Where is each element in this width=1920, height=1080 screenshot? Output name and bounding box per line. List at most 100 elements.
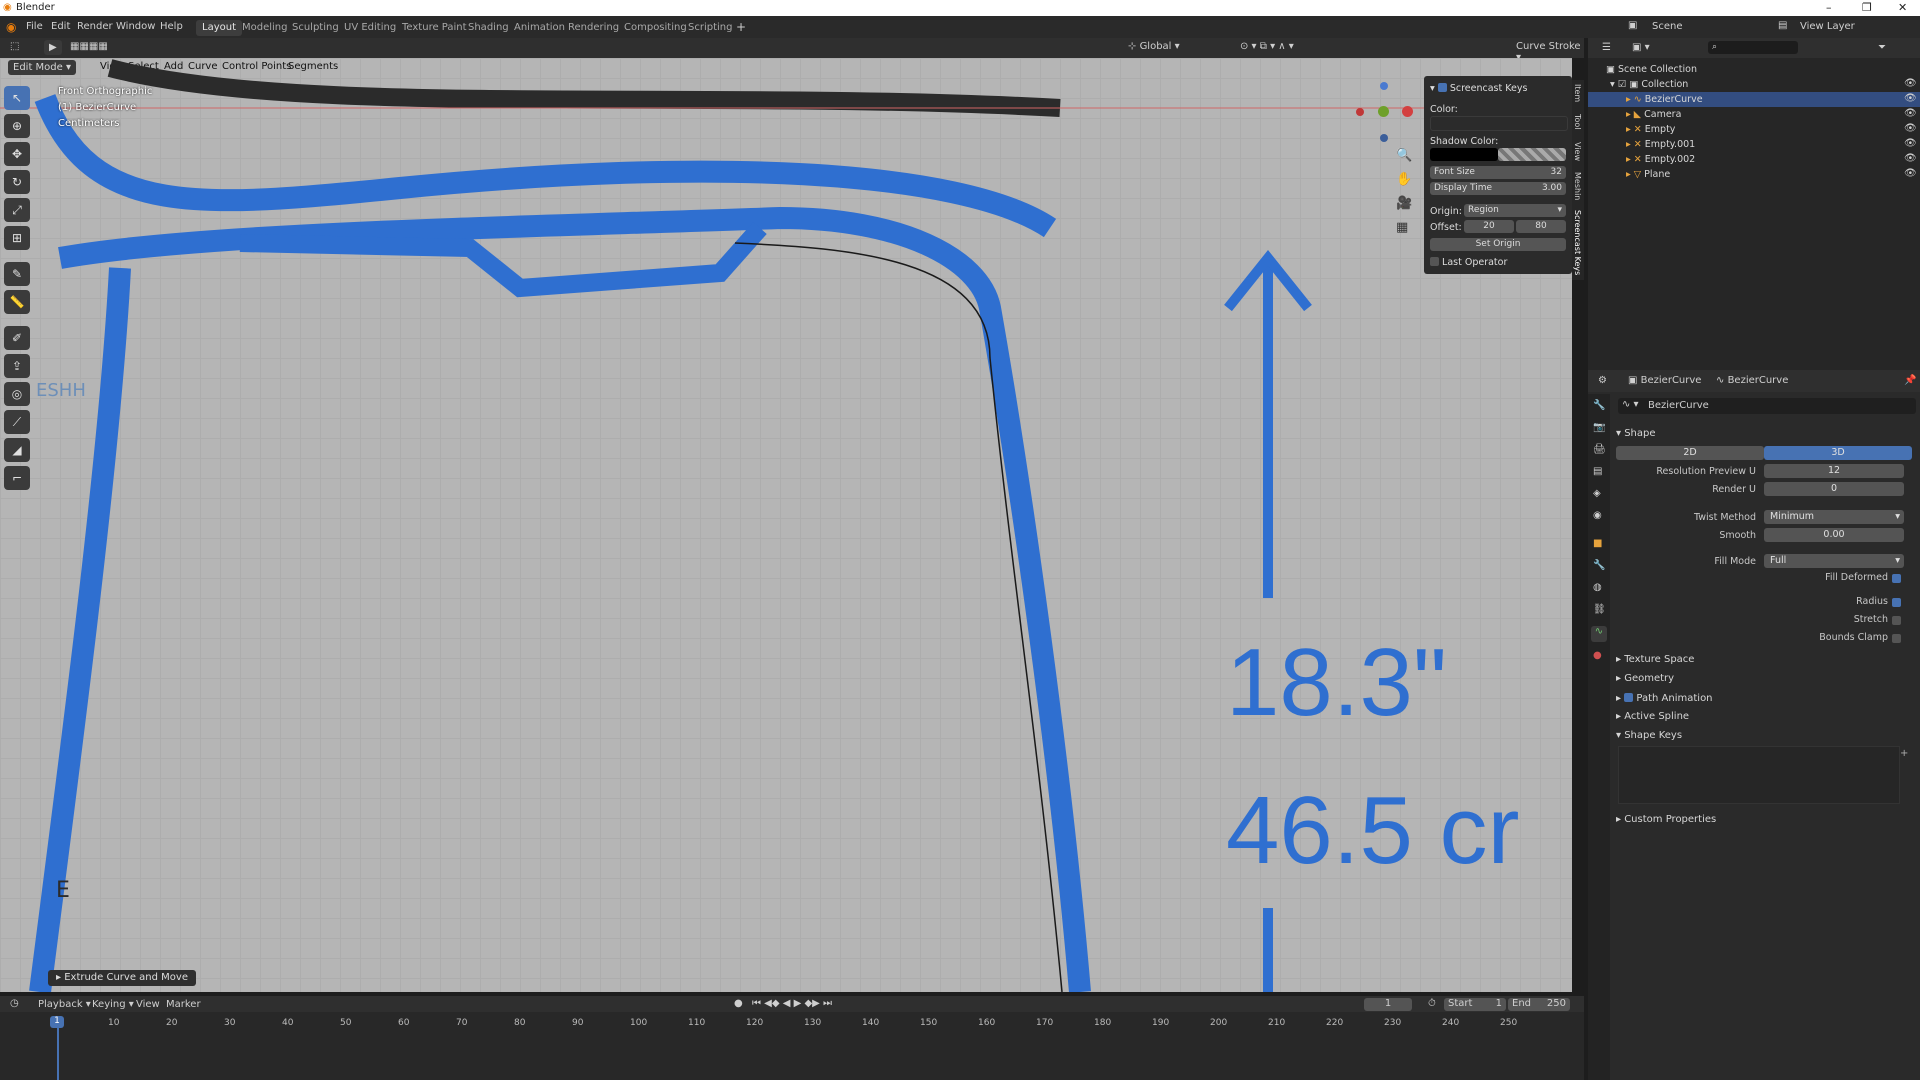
- fill-mode-dropdown[interactable]: Full ▾: [1764, 554, 1904, 568]
- timeline-menu-keying[interactable]: Keying ▾: [92, 999, 134, 1010]
- tab-tool[interactable]: Tool: [1573, 114, 1582, 130]
- move-icon[interactable]: ✥: [4, 142, 30, 166]
- tab-view[interactable]: View: [1573, 142, 1582, 161]
- restore-icon[interactable]: ❐: [1862, 1, 1872, 14]
- tab-uv-editing[interactable]: UV Editing: [338, 20, 402, 36]
- outliner-item-camera[interactable]: ▸ ◣ Camera 👁: [1588, 107, 1920, 122]
- outliner-item-empty-001[interactable]: ▸ ✕ Empty.001 👁: [1588, 137, 1920, 152]
- outliner-search-input[interactable]: ⌕: [1708, 41, 1798, 54]
- bounds-clamp-checkbox[interactable]: [1892, 634, 1901, 643]
- active-spline-section[interactable]: ▸ Active Spline: [1616, 711, 1689, 722]
- last-operator-toggle[interactable]: Last Operator: [1430, 256, 1507, 268]
- view-layer-name[interactable]: View Layer: [1800, 21, 1855, 32]
- visibility-icon[interactable]: 👁: [1904, 109, 1917, 119]
- modifier-tab-icon[interactable]: 🔧: [1593, 560, 1605, 571]
- tab-screencast-keys[interactable]: Screencast Keys: [1573, 210, 1582, 275]
- tab-sculpting[interactable]: Sculpting: [286, 20, 345, 36]
- camera-view-icon[interactable]: 🎥: [1396, 196, 1412, 211]
- output-tab-icon[interactable]: 🖨: [1593, 444, 1606, 455]
- visibility-icon[interactable]: 👁: [1904, 139, 1917, 149]
- close-icon[interactable]: ✕: [1898, 1, 1907, 14]
- material-tab-icon[interactable]: ●: [1593, 650, 1602, 661]
- minimize-icon[interactable]: –: [1826, 1, 1832, 14]
- visibility-icon[interactable]: 👁: [1904, 169, 1917, 179]
- display-time-field[interactable]: Display Time 3.00: [1430, 182, 1566, 195]
- path-animation-section[interactable]: ▸ Path Animation: [1616, 692, 1713, 704]
- texture-space-section[interactable]: ▸ Texture Space: [1616, 654, 1694, 665]
- shape-keys-section[interactable]: ▾ Shape Keys: [1616, 730, 1682, 741]
- tab-shading[interactable]: Shading: [462, 20, 515, 36]
- editor-type-icon[interactable]: ⬚: [10, 41, 19, 52]
- outliner-item-plane[interactable]: ▸ ▽ Plane 👁: [1588, 167, 1920, 182]
- gizmo-neg-x-icon[interactable]: [1356, 108, 1364, 116]
- playhead[interactable]: 1: [50, 1016, 64, 1028]
- start-frame-field[interactable]: Start 1: [1444, 998, 1506, 1011]
- curve-datablock-field[interactable]: ∿ ▾ BezierCurve: [1618, 398, 1916, 414]
- menu-window[interactable]: Window: [116, 21, 155, 32]
- pin-icon[interactable]: 📌: [1904, 375, 1916, 386]
- shadow-alpha-swatch[interactable]: [1498, 148, 1566, 161]
- timeline-menu-playback[interactable]: Playback ▾: [38, 999, 91, 1010]
- menu-help[interactable]: Help: [160, 21, 183, 32]
- outliner-scene-collection[interactable]: ▣ Scene Collection: [1588, 62, 1920, 77]
- outliner-item-empty-002[interactable]: ▸ ✕ Empty.002 👁: [1588, 152, 1920, 167]
- measure-icon[interactable]: 📏: [4, 290, 30, 314]
- physics-tab-icon[interactable]: ◍: [1593, 582, 1602, 593]
- view-layer-tab-icon[interactable]: ▤: [1593, 466, 1602, 477]
- shape-key-add-icon[interactable]: +: [1900, 748, 1908, 759]
- rotate-icon[interactable]: ↻: [4, 170, 30, 194]
- tilt-icon[interactable]: ⟋: [4, 410, 30, 434]
- add-workspace-icon[interactable]: +: [736, 20, 746, 34]
- twist-method-dropdown[interactable]: Minimum ▾: [1764, 510, 1904, 524]
- object-tab-icon[interactable]: ■: [1593, 538, 1602, 549]
- outliner-item-beziercurve[interactable]: ▸ ∿ BezierCurve 👁: [1588, 92, 1920, 107]
- zoom-icon[interactable]: 🔍: [1396, 148, 1412, 163]
- last-operator-panel[interactable]: ▸ Extrude Curve and Move: [48, 970, 196, 986]
- playback-controls[interactable]: ⏮ ◀◆ ◀ ▶ ◆▶ ⏭: [752, 998, 832, 1009]
- pan-icon[interactable]: ✋: [1396, 172, 1412, 187]
- geometry-section[interactable]: ▸ Geometry: [1616, 673, 1674, 684]
- display-mode-icon[interactable]: ▣ ▾: [1632, 42, 1650, 53]
- scene-name[interactable]: Scene: [1652, 21, 1683, 32]
- tab-scripting[interactable]: Scripting: [682, 20, 738, 36]
- filter-icon[interactable]: ⏷: [1878, 42, 1886, 53]
- object-breadcrumb[interactable]: ▣ BezierCurve: [1628, 375, 1701, 386]
- outliner-collection[interactable]: ▾ ☑ ▣ Collection 👁: [1588, 77, 1920, 92]
- menu-edit[interactable]: Edit: [51, 21, 70, 32]
- visibility-icon[interactable]: 👁: [1904, 154, 1917, 164]
- outliner-editor-icon[interactable]: ☰: [1602, 42, 1611, 53]
- gizmo-neg-z-icon[interactable]: [1380, 134, 1388, 142]
- scale-icon[interactable]: ⤢: [4, 198, 30, 222]
- blender-menu-icon[interactable]: ◉: [6, 20, 16, 34]
- selection-mode-icons[interactable]: ▦▦▦▦: [70, 41, 108, 52]
- shape-keys-list[interactable]: [1618, 746, 1900, 804]
- preview-range-icon[interactable]: ⏱: [1428, 998, 1436, 1009]
- extrude-icon[interactable]: ⇪: [4, 354, 30, 378]
- cursor-icon[interactable]: ⊕: [4, 114, 30, 138]
- visibility-icon[interactable]: 👁: [1904, 94, 1917, 104]
- curve-3d-button[interactable]: 3D: [1764, 446, 1912, 460]
- set-origin-button[interactable]: Set Origin: [1430, 238, 1566, 251]
- constraint-tab-icon[interactable]: ⛓: [1593, 604, 1606, 615]
- navigation-gizmo[interactable]: [1350, 82, 1420, 152]
- ortho-toggle-icon[interactable]: ▦: [1396, 220, 1408, 235]
- origin-dropdown[interactable]: Region ▾: [1464, 204, 1566, 217]
- render-tab-icon[interactable]: 📷: [1593, 422, 1605, 433]
- select-box-icon[interactable]: ↖: [4, 86, 30, 110]
- fill-deformed-checkbox[interactable]: [1892, 574, 1901, 583]
- outliner-item-empty[interactable]: ▸ ✕ Empty 👁: [1588, 122, 1920, 137]
- curve-pen-icon[interactable]: ⌐: [4, 466, 30, 490]
- menu-file[interactable]: File: [26, 21, 43, 32]
- record-icon[interactable]: ●: [734, 998, 743, 1009]
- offset-y-field[interactable]: 80: [1516, 220, 1566, 233]
- smooth-field[interactable]: 0.00: [1764, 528, 1904, 542]
- visibility-icon[interactable]: 👁: [1904, 79, 1917, 89]
- gizmo-z-icon[interactable]: [1380, 82, 1388, 90]
- menu-render[interactable]: Render: [77, 21, 113, 32]
- gizmo-y-icon[interactable]: [1378, 106, 1389, 117]
- tab-modeling[interactable]: Modeling: [236, 20, 294, 36]
- draw-icon[interactable]: ✐: [4, 326, 30, 350]
- timeline-menu-marker[interactable]: Marker: [166, 999, 201, 1010]
- annotate-icon[interactable]: ✎: [4, 262, 30, 286]
- gizmo-x-icon[interactable]: [1402, 106, 1413, 117]
